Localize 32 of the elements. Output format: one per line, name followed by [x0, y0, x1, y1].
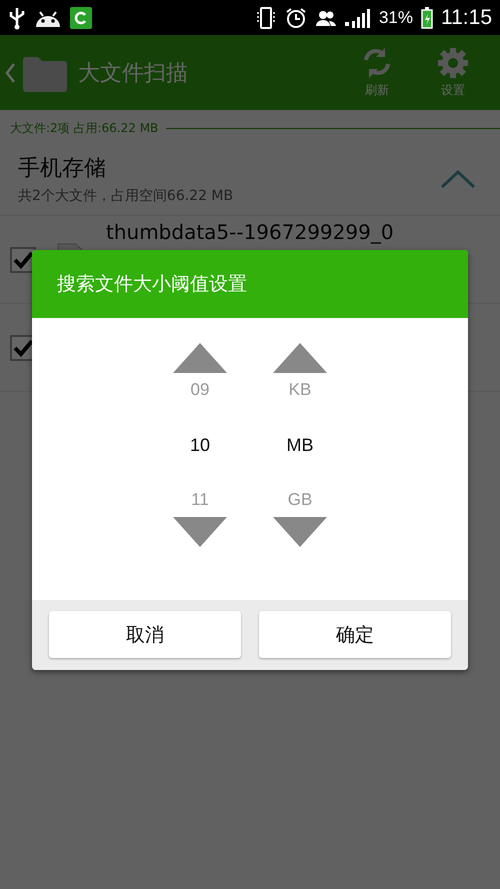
next-value: GB [288, 489, 312, 511]
alarm-icon [284, 6, 307, 28]
previous-value: KB [288, 379, 312, 401]
contacts-icon [314, 8, 337, 26]
app-icon [70, 6, 92, 28]
vibrate-icon [254, 6, 277, 30]
cancel-button[interactable]: 取消 [49, 611, 241, 658]
summary-text: 大文件:2项 占用:66.22 MB [10, 120, 158, 137]
increment-button[interactable] [173, 342, 227, 374]
section-subtitle: 共2个大文件，占用空间66.22 MB [18, 187, 234, 205]
section-header[interactable]: 手机存储 共2个大文件，占用空间66.22 MB [0, 141, 500, 216]
previous-value: 09 [190, 379, 210, 401]
battery-icon [421, 6, 433, 28]
decrement-button[interactable] [173, 516, 227, 548]
increment-button[interactable] [273, 342, 327, 374]
current-value: MB [286, 434, 314, 456]
battery-percent: 31% [378, 8, 413, 28]
next-value: 11 [191, 489, 209, 511]
usb-icon [8, 6, 26, 30]
refresh-button[interactable]: 刷新 [342, 42, 412, 103]
confirm-button[interactable]: 确定 [259, 611, 451, 658]
screen-title: 大文件扫描 [78, 60, 189, 88]
decrement-button[interactable] [273, 516, 327, 548]
clock: 11:15 [441, 6, 492, 30]
signal-icon [344, 8, 371, 28]
settings-button[interactable]: 设置 [418, 42, 488, 103]
current-value: 10 [190, 434, 210, 456]
settings-icon [436, 46, 470, 80]
file-name: thumbdata5--1967299299_0 [106, 220, 394, 244]
section-title: 手机存储 [18, 155, 107, 183]
back-icon[interactable] [4, 60, 16, 84]
dialog-title: 搜索文件大小阈值设置 [32, 250, 468, 318]
